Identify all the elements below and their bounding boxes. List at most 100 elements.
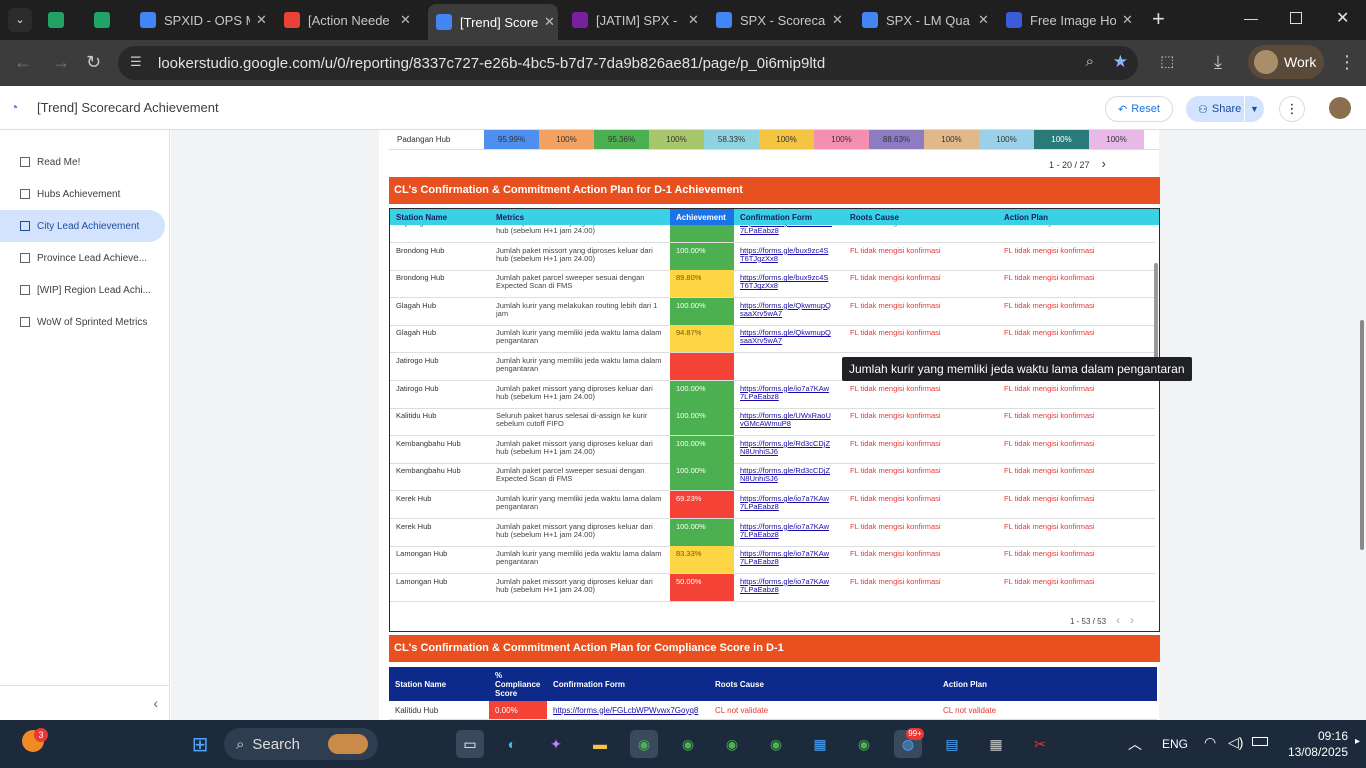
tab[interactable] <box>94 6 114 34</box>
minimize-button[interactable]: — <box>1244 10 1258 26</box>
form-link[interactable]: https://forms.gle/QkwmupQ saaXrv5wA7 <box>734 298 844 325</box>
chrome-icon[interactable]: ◉ <box>630 730 658 758</box>
download-icon[interactable]: ⤓ <box>1214 52 1222 73</box>
form-link[interactable]: https://forms.gle/Rd3cCDjZ N8UnhiSJ6 <box>734 463 844 490</box>
reset-button[interactable]: ↶ Reset <box>1105 96 1173 122</box>
sidebar-item[interactable]: Province Lead Achieve... <box>0 242 165 274</box>
form-link[interactable]: https://forms.gle/FGLcbWPWvwx7Goyq8 <box>547 701 709 719</box>
form-link[interactable]: https://forms.gle/io7a7KAw 7LPaEabz8 <box>734 574 844 601</box>
collapse-sidebar-icon[interactable]: ‹ <box>0 685 170 720</box>
form-link[interactable]: https://forms.gle/bux9zc4S T6TJgzXx8 <box>734 270 844 297</box>
file-explorer-icon[interactable]: ▬ <box>586 730 614 758</box>
column-header[interactable]: Station Name <box>389 667 489 701</box>
column-header[interactable]: Confirmation Form <box>734 209 844 225</box>
close-tab-icon[interactable]: ✕ <box>978 12 992 28</box>
sidebar-item[interactable]: City Lead Achievement <box>0 210 165 242</box>
site-info-icon[interactable]: ☰ <box>130 54 142 70</box>
store-icon[interactable]: ▦ <box>806 730 834 758</box>
tray-chevron-icon[interactable]: ︿ <box>1128 734 1142 754</box>
column-header[interactable]: Confirmation Form <box>547 667 709 701</box>
tab[interactable]: SPX - Scoreca ✕ <box>716 6 846 34</box>
close-tab-icon[interactable]: ✕ <box>688 12 702 28</box>
form-link[interactable]: https://forms.gle/UWxRaoU vGMcAWmuP8 <box>734 408 844 435</box>
form-link[interactable]: https://forms.gle/io7a7KAw 7LPaEabz8 <box>734 519 844 546</box>
sidebar-item[interactable]: Hubs Achievement <box>0 178 165 210</box>
close-tab-icon[interactable]: ✕ <box>400 12 414 28</box>
page-scrollbar[interactable] <box>1360 320 1364 550</box>
close-window-button[interactable]: ✕ <box>1336 8 1349 28</box>
clock[interactable]: 09:16 13/08/2025 <box>1284 728 1348 760</box>
chrome-icon[interactable]: ◉ <box>674 730 702 758</box>
next-page-icon[interactable]: › <box>1130 613 1134 627</box>
notifications-icon[interactable]: ▸ <box>1355 736 1360 747</box>
form-link[interactable]: https://forms.gle/buBx7KAw 7LPaEabz8 <box>734 225 844 242</box>
form-link[interactable]: https://forms.gle/bux9zc4S T6TJgzXx8 <box>734 243 844 270</box>
close-tab-icon[interactable]: ✕ <box>256 12 270 28</box>
looker-logo-icon[interactable]: ◔ <box>10 99 24 115</box>
tab[interactable]: [Action Neede ✕ <box>284 6 414 34</box>
menu-icon[interactable]: ⋮ <box>1338 52 1356 73</box>
form-link[interactable]: https://forms.gle/io7a7KAw 7LPaEabz8 <box>734 381 844 408</box>
column-header[interactable]: Action Plan <box>998 209 1155 225</box>
task-view-icon[interactable]: ▭ <box>456 730 484 758</box>
form-link[interactable] <box>734 353 844 380</box>
reload-icon[interactable]: ↻ <box>86 52 101 73</box>
tab[interactable]: SPX - LM Qua ✕ <box>862 6 992 34</box>
close-tab-icon[interactable]: ✕ <box>832 12 846 28</box>
column-header[interactable]: Metrics <box>490 209 670 225</box>
chrome-icon[interactable]: ◉ <box>718 730 746 758</box>
sidebar-item[interactable]: [WIP] Region Lead Achi... <box>0 274 165 306</box>
battery-icon[interactable] <box>1252 737 1268 746</box>
form-link[interactable]: https://forms.gle/io7a7KAw 7LPaEabz8 <box>734 546 844 573</box>
forward-icon[interactable]: → <box>52 52 70 73</box>
table-scrollbar[interactable] <box>1154 263 1158 368</box>
column-header[interactable]: % Compliance Score <box>489 667 547 701</box>
wifi-icon[interactable]: ◠ <box>1204 734 1216 751</box>
snipping-tool-icon[interactable]: ✂ <box>1026 730 1054 758</box>
share-dropdown-icon[interactable]: ▼ <box>1244 96 1264 122</box>
edge-icon[interactable]: ◐ <box>498 730 526 758</box>
more-options-icon[interactable]: ⋮ <box>1279 96 1305 122</box>
bookmark-star-icon[interactable]: ★ <box>1113 52 1128 72</box>
form-link[interactable]: https://forms.gle/io7a7KAw 7LPaEabz8 <box>734 491 844 518</box>
next-page-icon[interactable]: › <box>1102 156 1106 171</box>
profile-button[interactable]: Work <box>1248 45 1324 79</box>
column-header[interactable]: Action Plan <box>937 667 1157 701</box>
volume-icon[interactable]: ◁) <box>1228 734 1243 751</box>
table-body[interactable]: Bojonegoro Hub Jumlah paket missort yang … <box>390 225 1159 607</box>
tab[interactable]: SPXID - OPS M ✕ <box>140 6 270 34</box>
copilot-icon[interactable]: ✦ <box>542 730 570 758</box>
close-tab-icon[interactable]: ✕ <box>544 14 558 30</box>
notepad-icon[interactable]: ▤ <box>938 730 966 758</box>
tab-search-button[interactable]: ⌄ <box>8 8 32 32</box>
form-link[interactable]: https://forms.gle/Rd3cCDjZ N8UnhiSJ6 <box>734 436 844 463</box>
maximize-button[interactable] <box>1290 12 1302 24</box>
column-header[interactable]: Station Name <box>390 209 490 225</box>
extensions-icon[interactable]: ⬚ <box>1160 52 1174 70</box>
url-text[interactable]: lookerstudio.google.com/u/0/reporting/83… <box>158 55 825 72</box>
calculator-icon[interactable]: ▦ <box>982 730 1010 758</box>
tab[interactable]: Free Image Ho ✕ <box>1006 6 1136 34</box>
column-header[interactable]: Achievement <box>670 209 734 225</box>
tab[interactable]: [JATIM] SPX - ✕ <box>572 6 702 34</box>
form-link[interactable]: https://forms.gle/QkwmupQ saaXrv5wA7 <box>734 325 844 352</box>
chrome-icon[interactable]: ◉ <box>850 730 878 758</box>
sidebar-item[interactable]: WoW of Sprinted Metrics <box>0 306 165 338</box>
tab[interactable] <box>48 6 68 34</box>
user-avatar[interactable] <box>1329 97 1351 119</box>
close-tab-icon[interactable]: ✕ <box>1122 12 1136 28</box>
omnibox[interactable]: ☰ lookerstudio.google.com/u/0/reporting/… <box>118 46 1138 80</box>
zoom-icon[interactable]: ⌕ <box>1086 53 1094 70</box>
column-header[interactable]: Roots Cause <box>844 209 998 225</box>
language-indicator[interactable]: ENG <box>1162 737 1188 751</box>
sidebar-item[interactable]: Read Me! <box>0 146 165 178</box>
column-header[interactable]: Roots Cause <box>709 667 937 701</box>
new-tab-button[interactable]: + <box>1152 8 1165 30</box>
search-box[interactable]: ⌕ Search <box>224 728 378 760</box>
chrome-icon[interactable]: ◉ <box>762 730 790 758</box>
prev-page-icon[interactable]: ‹ <box>1116 613 1120 627</box>
start-icon[interactable]: ⊞ <box>186 730 214 758</box>
back-icon[interactable]: ← <box>14 52 32 73</box>
share-button[interactable]: ⚇ Share ▼ <box>1186 96 1264 122</box>
tab[interactable]: [Trend] Scorec ✕ <box>428 4 558 40</box>
